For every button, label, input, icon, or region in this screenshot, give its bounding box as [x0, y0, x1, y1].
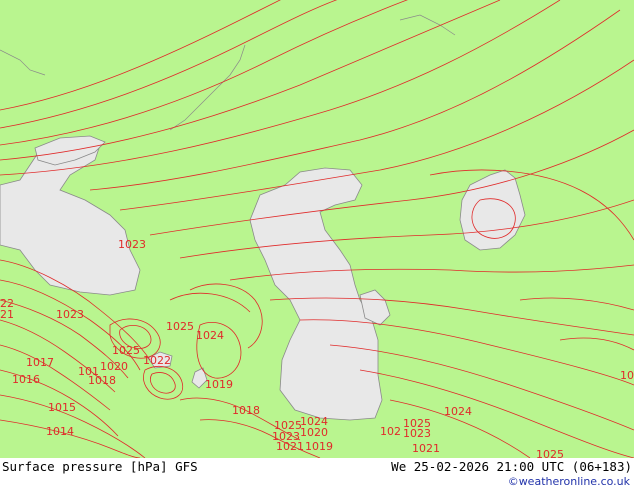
isobar-label: 1022: [143, 354, 171, 367]
isobar-label: 1015: [48, 401, 76, 414]
isobar-label: 1020: [100, 360, 128, 373]
isobar-label: 1023: [118, 238, 146, 251]
isobar-label: 1024: [196, 329, 224, 342]
isobar-label: 1021: [412, 442, 440, 455]
isobar-label: 102: [380, 425, 401, 438]
isobar-label: 21: [0, 308, 14, 321]
copyright-link[interactable]: ©weatheronline.co.uk: [508, 475, 630, 488]
weather-map: 1023 22 21 1023 1024 1025 1025 1022 1017…: [0, 0, 634, 490]
isobar-label: 1018: [232, 404, 260, 417]
pressure-map: 1023 22 21 1023 1024 1025 1025 1022 1017…: [0, 0, 634, 458]
footer-caption-row: Surface pressure [hPa] GFS We 25-02-2026…: [2, 459, 632, 474]
isobar-label: 1019: [205, 378, 233, 391]
isobar-label: 1021: [276, 440, 304, 453]
isobar-label: 1025: [166, 320, 194, 333]
forecast-datetime: We 25-02-2026 21:00 UTC (06+183): [391, 459, 632, 474]
isobar-label: 1023: [56, 308, 84, 321]
isobar-label: 1019: [305, 440, 333, 453]
map-title: Surface pressure [hPa] GFS: [2, 459, 198, 474]
isobar-label: 1016: [12, 373, 40, 386]
isobar-label: 1025: [112, 344, 140, 357]
isobar-label: 1018: [88, 374, 116, 387]
isobar-label: 10: [620, 369, 634, 382]
isobar-label: 1024: [444, 405, 472, 418]
isobar-label: 1025: [403, 417, 431, 430]
isobar-label: 1025: [536, 448, 564, 458]
isobar-label: 1014: [46, 425, 74, 438]
map-footer: Surface pressure [hPa] GFS We 25-02-2026…: [0, 458, 634, 490]
isobar-label: 1017: [26, 356, 54, 369]
isobar-label: 1020: [300, 426, 328, 439]
